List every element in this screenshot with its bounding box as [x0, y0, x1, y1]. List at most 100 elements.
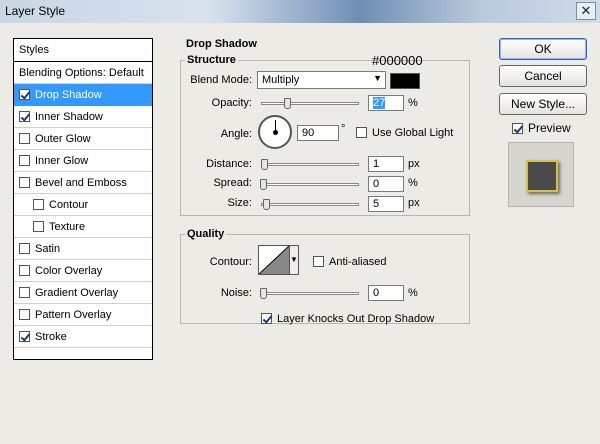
spread-slider-thumb[interactable] — [260, 179, 267, 190]
style-item-checkbox[interactable] — [19, 265, 30, 276]
style-item[interactable]: Outer Glow — [14, 128, 152, 150]
use-global-light-box[interactable] — [356, 127, 367, 138]
style-item-label: Drop Shadow — [35, 89, 102, 101]
opacity-input[interactable]: 27 — [368, 95, 404, 111]
preview-checkbox[interactable]: Preview — [512, 121, 571, 135]
distance-unit: px — [408, 158, 420, 170]
size-input[interactable]: 5 — [368, 196, 404, 212]
anti-aliased-label: Anti-aliased — [329, 256, 387, 268]
angle-dial[interactable] — [258, 115, 292, 149]
spread-input[interactable]: 0 — [368, 176, 404, 192]
style-item-label: Bevel and Emboss — [35, 177, 127, 189]
blend-mode-value: Multiply — [262, 74, 300, 86]
style-item-checkbox[interactable] — [19, 243, 30, 254]
cancel-button[interactable]: Cancel — [499, 65, 587, 87]
style-item-label: Outer Glow — [35, 133, 91, 145]
noise-slider-thumb[interactable] — [260, 288, 267, 299]
shadow-color-swatch[interactable] — [390, 73, 420, 89]
style-item-checkbox[interactable] — [19, 155, 30, 166]
spread-slider[interactable] — [260, 179, 359, 190]
style-item-checkbox[interactable] — [19, 111, 30, 122]
contour-label: Contour: — [209, 256, 252, 268]
style-item-checkbox[interactable] — [19, 177, 30, 188]
style-item[interactable]: Satin — [14, 238, 152, 260]
style-item-checkbox[interactable] — [19, 309, 30, 320]
angle-input[interactable]: 90 — [297, 125, 339, 141]
style-item-checkbox[interactable] — [33, 199, 44, 210]
opacity-value: 27 — [373, 97, 386, 109]
layer-style-dialog: Styles Blending Options: Default Drop Sha… — [0, 23, 600, 444]
style-item-checkbox[interactable] — [19, 287, 30, 298]
contour-dropdown[interactable]: ▼ — [289, 245, 299, 275]
style-item-checkbox[interactable] — [19, 331, 30, 342]
size-slider[interactable] — [261, 199, 359, 210]
layer-knocks-out-label: Layer Knocks Out Drop Shadow — [277, 313, 435, 325]
noise-unit: % — [408, 287, 418, 299]
distance-label: Distance: — [206, 158, 252, 170]
style-item-label: Color Overlay — [35, 265, 103, 277]
style-item-label: Texture — [49, 221, 86, 233]
opacity-label: Opacity: — [211, 97, 252, 109]
angle-unit: ° — [341, 123, 346, 135]
size-label: Size: — [227, 197, 252, 209]
style-item[interactable]: Inner Glow — [14, 150, 152, 172]
style-item-label: Inner Glow — [35, 155, 89, 167]
styles-list: Styles Blending Options: Default Drop Sha… — [13, 38, 153, 360]
style-item[interactable]: Bevel and Emboss — [14, 172, 152, 194]
angle-value: 90 — [302, 127, 315, 139]
close-button[interactable]: ✕ — [576, 2, 596, 20]
preview-label: Preview — [528, 121, 571, 135]
new-style-button[interactable]: New Style... — [499, 93, 587, 115]
chevron-down-icon: ▼ — [373, 73, 382, 83]
opacity-unit: % — [408, 97, 418, 109]
style-item[interactable]: Contour — [14, 194, 152, 216]
opacity-slider-thumb[interactable] — [284, 98, 291, 109]
distance-slider[interactable] — [261, 159, 359, 170]
distance-value: 1 — [373, 158, 380, 170]
style-item[interactable]: Blending Options: Default — [14, 62, 152, 84]
size-slider-thumb[interactable] — [263, 199, 270, 210]
style-item[interactable]: Gradient Overlay — [14, 282, 152, 304]
size-unit: px — [408, 197, 420, 209]
style-item-checkbox[interactable] — [19, 89, 30, 100]
layer-knocks-out-box[interactable] — [261, 313, 272, 324]
angle-center-dot — [273, 130, 278, 135]
noise-value: 0 — [373, 287, 380, 299]
opacity-slider[interactable] — [261, 98, 359, 109]
quality-group: Quality — [180, 228, 470, 324]
style-item[interactable]: Drop Shadow — [14, 84, 152, 106]
window-title: Layer Style — [5, 4, 66, 18]
ok-button[interactable]: OK — [499, 38, 587, 60]
anti-aliased-box[interactable] — [313, 256, 324, 267]
style-item[interactable]: Inner Shadow — [14, 106, 152, 128]
use-global-light-checkbox[interactable]: Use Global Light — [356, 127, 453, 139]
style-item[interactable]: Texture — [14, 216, 152, 238]
style-item-checkbox[interactable] — [19, 133, 30, 144]
style-item[interactable]: Stroke — [14, 326, 152, 348]
style-item-label: Inner Shadow — [35, 111, 103, 123]
distance-slider-thumb[interactable] — [261, 159, 268, 170]
noise-input[interactable]: 0 — [368, 285, 404, 301]
style-item-label: Stroke — [35, 331, 67, 343]
angle-label: Angle: — [220, 128, 252, 140]
style-item[interactable]: Pattern Overlay — [14, 304, 152, 326]
style-item-label: Contour — [49, 199, 89, 211]
contour-curve-icon — [258, 245, 290, 275]
distance-input[interactable]: 1 — [368, 156, 404, 172]
style-item-checkbox[interactable] — [33, 221, 44, 232]
blend-mode-select[interactable]: Multiply ▼ — [257, 71, 386, 89]
style-item-label: Gradient Overlay — [35, 287, 119, 299]
noise-label: Noise: — [220, 287, 252, 299]
preview-box[interactable] — [512, 123, 523, 134]
layer-knocks-out-checkbox[interactable]: Layer Knocks Out Drop Shadow — [261, 313, 434, 325]
use-global-light-label: Use Global Light — [372, 127, 454, 139]
style-item-label: Pattern Overlay — [35, 309, 112, 321]
style-item[interactable]: Color Overlay — [14, 260, 152, 282]
anti-aliased-checkbox[interactable]: Anti-aliased — [313, 256, 386, 268]
spread-unit: % — [408, 177, 418, 189]
noise-slider[interactable] — [260, 288, 359, 299]
contour-picker[interactable] — [258, 245, 290, 275]
structure-title: Structure — [185, 54, 238, 66]
style-item-label: Blending Options: Default — [19, 67, 144, 79]
shadow-color-hex-annotation: #000000 — [372, 53, 423, 68]
